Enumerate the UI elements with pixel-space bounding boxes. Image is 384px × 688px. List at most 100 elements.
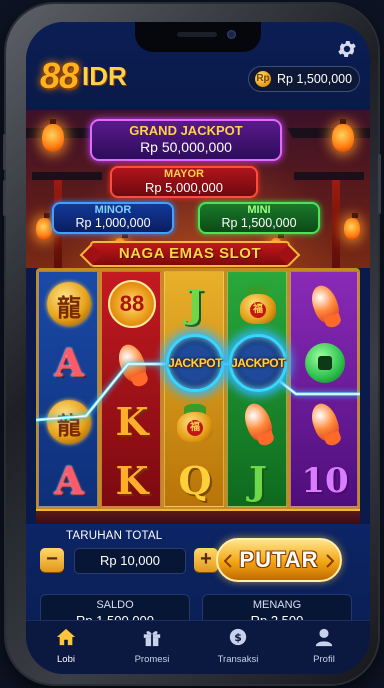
- reel-symbol: 福: [165, 392, 223, 451]
- koi-fish-icon: [112, 340, 152, 388]
- mini-jackpot-label: MINI: [247, 204, 271, 216]
- nav-label: Transaksi: [217, 654, 259, 665]
- game-title-banner: NAGA EMAS SLOT: [90, 241, 290, 267]
- grand-jackpot-value: Rp 50,000,000: [140, 139, 232, 155]
- gold-dragon-icon: [47, 399, 91, 444]
- home-icon: [56, 628, 76, 646]
- phone-frame: 88 IDR Rp Rp 1,500,000 GRAND JACKPOT Rp …: [3, 4, 381, 684]
- reel-symbol: [102, 333, 160, 392]
- letter-j-symbol: J: [249, 458, 267, 503]
- spin-button[interactable]: PUTAR: [216, 538, 342, 582]
- letter-k-symbol: K: [115, 458, 149, 503]
- lucky-88-icon: 88: [108, 279, 156, 328]
- nav-item-profile[interactable]: Profil: [284, 627, 364, 665]
- balance-label: SALDO: [96, 599, 134, 611]
- arrow-left-icon: [224, 554, 232, 568]
- pillar-right: [332, 180, 340, 268]
- total-bet-label: TARUHAN TOTAL: [66, 530, 163, 542]
- jackpot-symbol-text: JACKPOT: [168, 356, 222, 370]
- lantern-icon: [332, 119, 354, 152]
- major-jackpot-value: Rp 5,000,000: [144, 180, 224, 195]
- major-jackpot: MAYOR Rp 5,000,000: [110, 166, 258, 198]
- total-bet-value: Rp 10,000: [74, 548, 186, 574]
- reel-1: A A: [38, 271, 98, 507]
- temple-background: GRAND JACKPOT Rp 50,000,000 MAYOR Rp 5,0…: [26, 110, 370, 268]
- camera: [227, 30, 236, 39]
- game-title: NAGA EMAS SLOT: [118, 245, 262, 262]
- reel-symbol: K: [102, 392, 160, 451]
- increase-bet-button[interactable]: +: [194, 548, 218, 572]
- koi-fish-icon: [305, 281, 345, 329]
- temple-eave-left: [32, 172, 102, 180]
- decrease-bet-button[interactable]: −: [40, 548, 64, 572]
- reel-symbol: [39, 392, 97, 451]
- koi-fish-icon: [238, 399, 278, 447]
- minor-jackpot: MINOR Rp 1,000,000: [52, 202, 174, 234]
- minor-jackpot-value: Rp 1,000,000: [75, 216, 151, 230]
- major-jackpot-label: MAYOR: [164, 168, 204, 180]
- reel-symbol: [228, 392, 286, 451]
- arrow-right-icon: [326, 554, 334, 568]
- user-icon: [315, 628, 333, 647]
- minor-jackpot-label: MINOR: [94, 204, 132, 216]
- reel-symbol: J: [228, 451, 286, 506]
- svg-text:$: $: [234, 631, 242, 644]
- reel-symbol: [291, 333, 357, 392]
- letter-j-symbol: J: [186, 281, 204, 326]
- number-10-symbol: 10: [301, 460, 349, 501]
- koi-fish-icon: [305, 399, 345, 447]
- jackpot-symbol-text: JACKPOT: [231, 356, 285, 370]
- reel-5: 10: [290, 271, 358, 507]
- temple-eave-right: [294, 172, 364, 180]
- nav-item-promotions[interactable]: Promesi: [112, 627, 192, 665]
- grand-jackpot: GRAND JACKPOT Rp 50,000,000: [90, 119, 282, 161]
- nav-item-transactions[interactable]: $ Transaksi: [198, 627, 278, 665]
- money-bag-icon: 福: [174, 400, 216, 444]
- money-bag-icon: 福: [237, 282, 279, 326]
- reel-symbol: [39, 274, 97, 333]
- reel-symbol: 88: [102, 274, 160, 333]
- reel-symbol: 福: [228, 274, 286, 333]
- nav-label: Profil: [313, 654, 335, 665]
- reel-symbol: K: [102, 451, 160, 506]
- volume-up-button: [3, 134, 6, 170]
- reel-symbol: A: [39, 333, 97, 392]
- reel-symbol: [291, 392, 357, 451]
- reel-2: 88 K K: [101, 271, 161, 507]
- app-logo: 88 IDR: [40, 55, 127, 96]
- nav-item-lobby[interactable]: Lobi: [26, 627, 106, 665]
- letter-a-symbol: A: [54, 340, 84, 385]
- volume-down-button: [3, 180, 6, 216]
- bottom-navigation: Lobi Promesi $ Transaksi Profil: [26, 620, 370, 674]
- jackpot-symbol: JACKPOT: [166, 334, 224, 392]
- lantern-icon: [36, 213, 52, 240]
- power-button: [378, 154, 381, 214]
- gear-icon[interactable]: [336, 38, 358, 60]
- speaker: [177, 32, 217, 37]
- dollar-coin-icon: $: [229, 628, 247, 646]
- logo-number: 88: [40, 55, 79, 96]
- reel-frame-base: [36, 509, 360, 525]
- lantern-icon: [344, 213, 360, 240]
- letter-a-symbol: A: [54, 458, 84, 503]
- reel-symbol: [291, 274, 357, 333]
- coin-icon: Rp: [255, 71, 271, 87]
- jackpot-symbol: JACKPOT: [229, 334, 287, 392]
- nav-label: Promesi: [134, 654, 170, 665]
- temple-roof-right: [287, 128, 370, 138]
- lantern-icon: [42, 119, 64, 152]
- gift-icon: [143, 631, 161, 647]
- gold-dragon-icon: [47, 281, 91, 326]
- reel-symbol: J: [165, 274, 223, 333]
- reel-symbol: A: [39, 451, 97, 506]
- header-balance-value: Rp 1,500,000: [277, 72, 353, 86]
- reel-symbol: Q: [165, 451, 223, 506]
- grand-jackpot-label: GRAND JACKPOT: [129, 123, 243, 138]
- letter-k-symbol: K: [115, 399, 149, 444]
- game-screen: 88 IDR Rp Rp 1,500,000 GRAND JACKPOT Rp …: [26, 22, 370, 674]
- header-balance: Rp Rp 1,500,000: [248, 66, 360, 92]
- nav-label: Lobi: [57, 654, 75, 665]
- reel-symbol: 10: [291, 451, 357, 506]
- reel-area: A A 88 K K J 福 Q 福 J: [36, 268, 360, 525]
- notch: [135, 22, 261, 52]
